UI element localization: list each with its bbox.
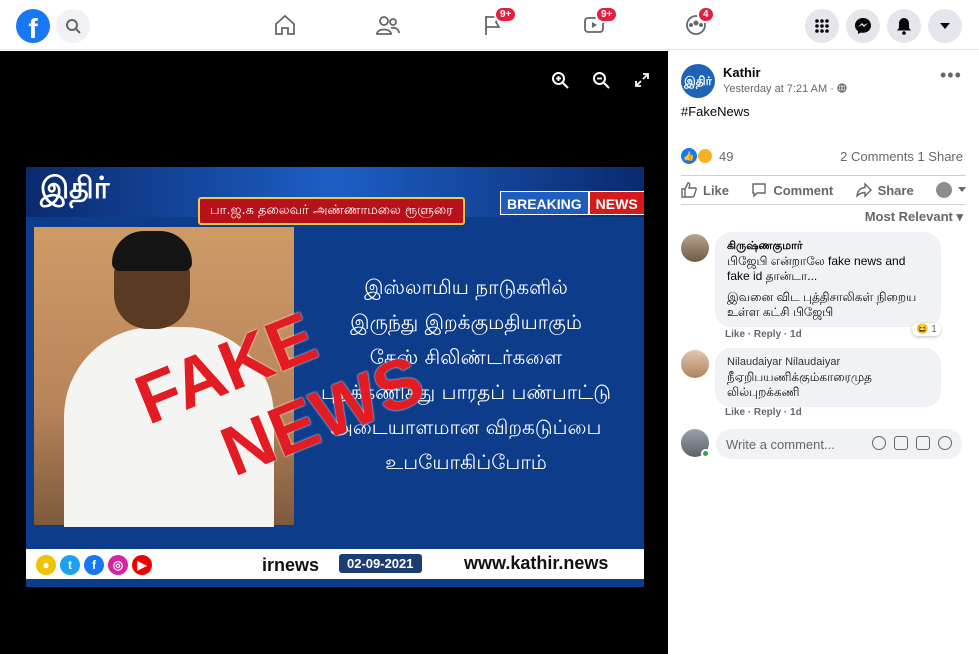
kathir-logo: இதிர் — [40, 171, 110, 206]
comments-shares-count[interactable]: 2 Comments 1 Share — [840, 149, 963, 164]
camera-icon[interactable] — [894, 436, 908, 450]
comment-bubble: Nilaudaiyar Nilaudaiyar நீஏறிபயணிக்கும்க… — [715, 348, 941, 407]
menu-button[interactable] — [805, 9, 839, 43]
like-button[interactable]: Like — [681, 182, 729, 198]
search-button[interactable] — [56, 9, 90, 43]
commenter-name[interactable]: கிருஷ்ணகுமார் — [727, 239, 929, 254]
comment-text: பிஜேபி என்றாலே fake news and fake id தான… — [727, 254, 906, 283]
search-icon — [66, 19, 81, 34]
comment-button[interactable]: Comment — [751, 182, 833, 198]
notification-badge: 4 — [697, 6, 715, 23]
youtube-icon: ▶ — [132, 555, 152, 575]
quote-line: இஸ்லாமிய நாடுகளில் — [364, 275, 568, 299]
headline-tag: பா.ஜ.க தலைவர் அண்ணாமலை ரூளுரை — [198, 197, 465, 225]
profile-mini-avatar — [936, 182, 952, 198]
image-footer-band: ● t f ◎ ▶ irnews 02-09-2021 www.kathir.n… — [26, 549, 644, 579]
expand-icon — [635, 73, 649, 87]
reaction-count: 49 — [719, 148, 734, 164]
zoom-out-button[interactable] — [590, 69, 612, 91]
nav-home[interactable] — [270, 10, 300, 40]
messenger-button[interactable] — [846, 9, 880, 43]
caret-down-icon — [958, 187, 966, 192]
share-label: Share — [877, 182, 914, 198]
top-navigation-bar: f 9+ 9+ 4 — [0, 0, 979, 50]
nav-friends[interactable] — [373, 10, 403, 40]
messenger-icon — [855, 18, 871, 34]
reactions-summary[interactable]: 👍 49 — [681, 148, 733, 164]
caret-down-icon — [940, 23, 950, 29]
commenter-avatar[interactable] — [681, 234, 709, 262]
facebook-icon: f — [84, 555, 104, 575]
news-label: NEWS — [588, 191, 644, 215]
share-icon — [855, 182, 872, 198]
page-avatar[interactable]: இதிர் — [681, 64, 715, 98]
social-handle: irnews — [262, 555, 320, 575]
like-reaction-icon: 👍 — [681, 148, 697, 164]
notification-badge: 9+ — [494, 6, 518, 23]
share-button[interactable]: Share — [855, 182, 914, 198]
comment-text: இவனை விட புத்திசாலிகள் நிறைய உள்ள கட்சி … — [727, 290, 917, 319]
page-name-link[interactable]: Kathir — [723, 65, 761, 80]
grid-menu-icon — [815, 19, 829, 33]
post-caption: #FakeNews — [681, 104, 750, 119]
post-side-panel: இதிர் Kathir Yesterday at 7:21 AM · ••• … — [668, 51, 979, 654]
sticker-icon[interactable] — [938, 436, 952, 450]
comment-reaction-badge[interactable]: 😆 1 — [912, 323, 941, 336]
comment-bubble: கிருஷ்ணகுமார் பிஜேபி என்றாலே fake news a… — [715, 232, 941, 327]
like-label: Like — [703, 182, 730, 198]
gif-icon[interactable] — [916, 436, 930, 450]
comment-label: Comment — [773, 182, 834, 198]
nav-pages[interactable]: 9+ — [478, 6, 518, 40]
post-image: இதிர் பா.ஜ.க தலைவர் அண்ணாமலை ரூளுரை BREA… — [26, 167, 644, 587]
post-actions-bar: Like Comment Share — [681, 175, 966, 205]
friends-icon — [376, 16, 400, 35]
fullscreen-button[interactable] — [631, 69, 653, 91]
profile-switch-button[interactable] — [936, 182, 966, 198]
breaking-label: BREAKING — [500, 191, 589, 215]
post-time-text: Yesterday at 7:21 AM · — [723, 83, 837, 95]
comment-meta[interactable]: Like · Reply · 1d — [725, 407, 802, 418]
notifications-button[interactable] — [887, 9, 921, 43]
zoom-in-button[interactable] — [549, 69, 571, 91]
post-timestamp[interactable]: Yesterday at 7:21 AM · — [723, 83, 847, 95]
commenter-name[interactable]: Nilaudaiyar Nilaudaiyar — [727, 355, 929, 370]
emoji-icon[interactable] — [872, 436, 886, 450]
website-label: www.kathir.news — [464, 553, 609, 573]
comment-reaction-count: 1 — [931, 324, 937, 335]
date-label: 02-09-2021 — [339, 554, 422, 573]
comment-icon — [752, 183, 767, 198]
twitter-icon: t — [60, 555, 80, 575]
bell-icon — [897, 18, 911, 35]
quote-line: உபயோகிப்போம் — [385, 450, 547, 474]
nav-watch[interactable]: 9+ — [579, 6, 619, 40]
globe-icon — [837, 83, 847, 93]
thumbs-up-icon — [681, 182, 697, 198]
photo-viewer: இதிர் பா.ஜ.க தலைவர் அண்ணாமலை ரூளுரை BREA… — [0, 51, 668, 654]
notification-badge: 9+ — [595, 6, 619, 23]
more-options-button[interactable]: ••• — [940, 65, 962, 86]
comment-sort-dropdown[interactable]: Most Relevant ▾ — [865, 209, 963, 225]
social-icons: ● t f ◎ ▶ — [36, 555, 152, 575]
haha-reaction-icon — [697, 148, 713, 164]
person-hair — [112, 231, 192, 271]
snapchat-icon: ● — [36, 555, 56, 575]
composer-icons — [872, 436, 952, 450]
facebook-logo[interactable]: f — [16, 9, 50, 43]
home-icon — [275, 14, 295, 35]
nav-groups[interactable]: 4 — [681, 6, 715, 40]
online-indicator — [701, 449, 710, 458]
commenter-avatar[interactable] — [681, 350, 709, 378]
zoom-in-icon — [552, 72, 569, 89]
image-header-band: இதிர் பா.ஜ.க தலைவர் அண்ணாமலை ரூளுரை BREA… — [26, 167, 644, 225]
comment-meta[interactable]: Like · Reply · 1d — [725, 329, 802, 340]
account-button[interactable] — [928, 9, 962, 43]
instagram-icon: ◎ — [108, 555, 128, 575]
zoom-out-icon — [593, 72, 610, 89]
comment-input-placeholder: Write a comment... — [726, 437, 835, 452]
comment-text: நீஏறிபயணிக்கும்காரைமுத லில்புறக்கணி — [727, 370, 872, 399]
breaking-news-label: BREAKING NEWS — [500, 191, 644, 215]
comment-input[interactable]: Write a comment... — [716, 429, 962, 459]
